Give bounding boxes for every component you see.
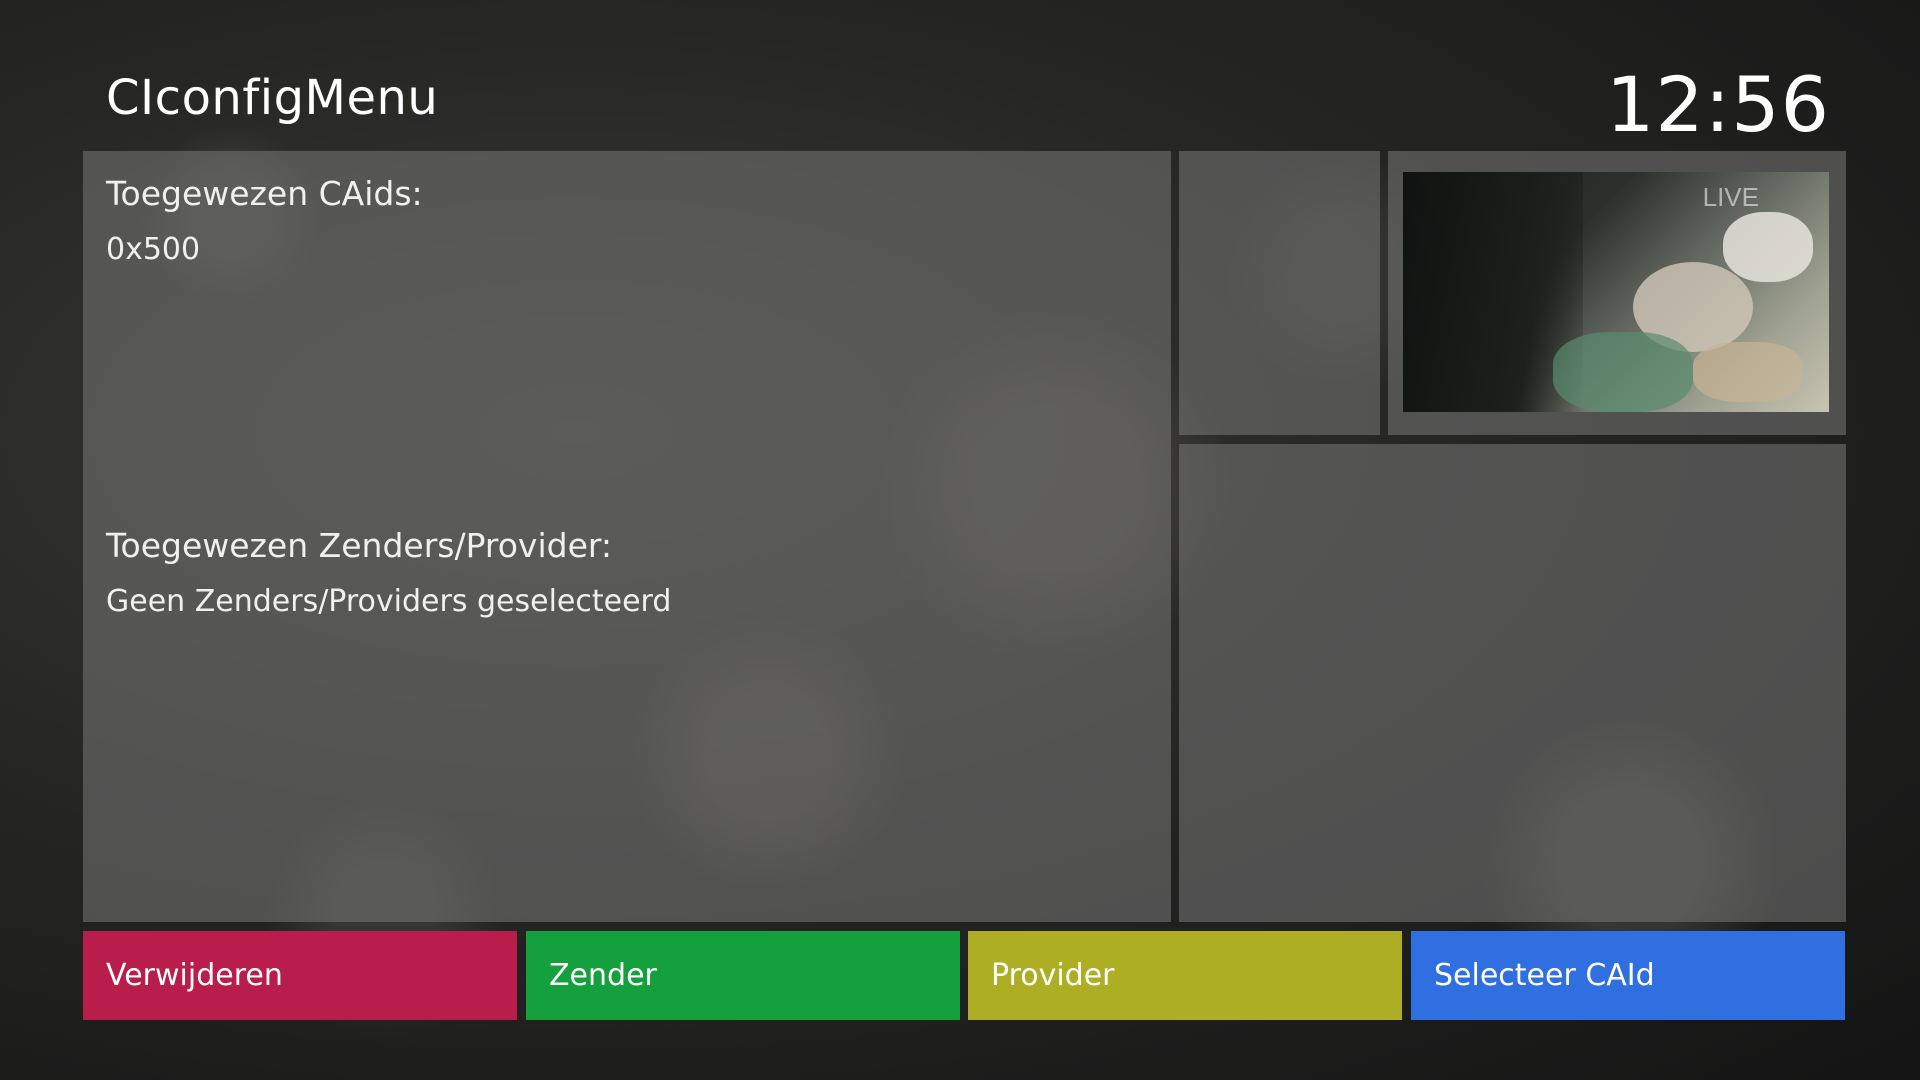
- preview-debris: [1723, 212, 1813, 282]
- page-title: CIconfigMenu: [106, 70, 439, 126]
- select-caid-button-label: Selecteer CAId: [1434, 958, 1655, 993]
- live-label: LIVE: [1702, 182, 1759, 212]
- caids-heading: Toegewezen CAids:: [106, 174, 423, 213]
- providers-value[interactable]: Geen Zenders/Providers geselecteerd: [106, 584, 671, 619]
- caids-value[interactable]: 0x500: [106, 232, 200, 267]
- clock: 12:56: [1605, 60, 1830, 149]
- provider-button[interactable]: Provider: [968, 931, 1402, 1020]
- side-panel: [1179, 151, 1380, 435]
- select-caid-button[interactable]: Selecteer CAId: [1411, 931, 1845, 1020]
- providers-heading: Toegewezen Zenders/Provider:: [106, 526, 612, 565]
- preview-debris: [1693, 342, 1803, 402]
- delete-button-label: Verwijderen: [106, 958, 283, 993]
- channel-button-label: Zender: [549, 958, 657, 993]
- description-panel: [1179, 444, 1846, 922]
- live-tv-preview: LIVE: [1403, 172, 1829, 412]
- delete-button[interactable]: Verwijderen: [83, 931, 517, 1020]
- preview-debris: [1553, 332, 1693, 412]
- channel-button[interactable]: Zender: [526, 931, 960, 1020]
- provider-button-label: Provider: [991, 958, 1115, 993]
